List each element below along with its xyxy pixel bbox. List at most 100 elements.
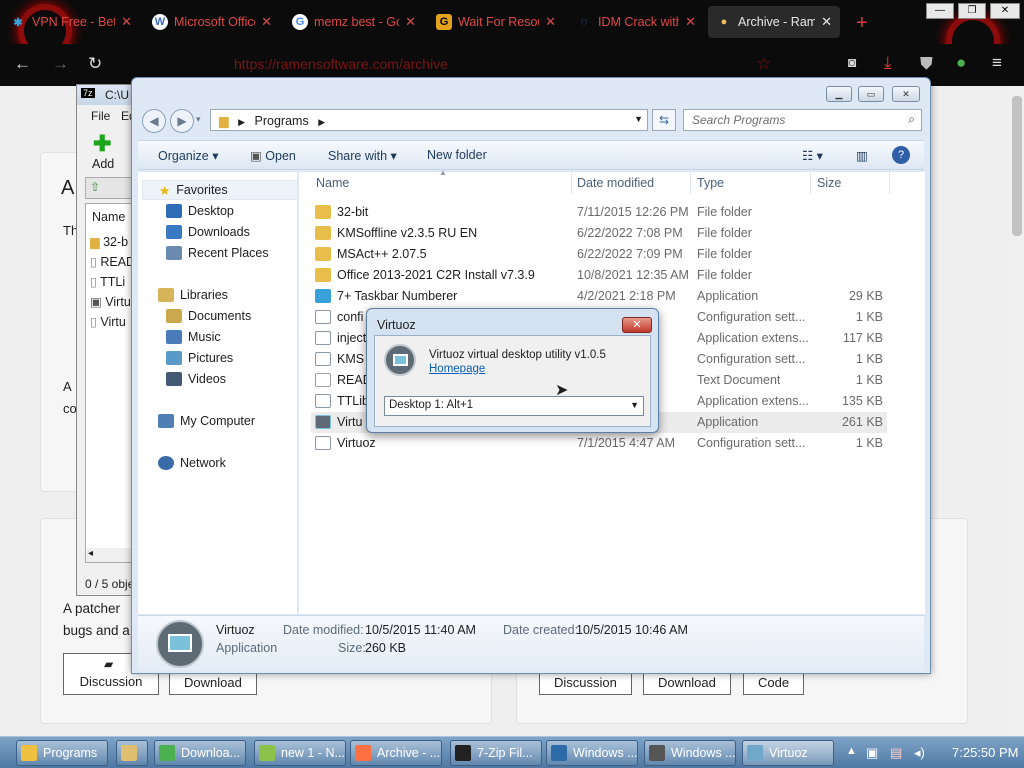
file-row[interactable]: KMSoffline v2.3.5 RU EN 6/22/2022 7:08 PM… — [311, 223, 887, 244]
add-label[interactable]: Add — [92, 157, 114, 171]
dialog-close-button[interactable]: ✕ — [622, 317, 652, 333]
help-icon[interactable]: ? — [892, 146, 910, 164]
menu-file[interactable]: File — [91, 109, 110, 123]
close-tab-icon[interactable]: ✕ — [121, 14, 132, 30]
up-folder-icon[interactable]: ⇧ — [90, 180, 100, 194]
nav-recent-places[interactable]: Recent Places — [166, 246, 269, 260]
browser-tab[interactable]: G memz best - Google ✕ — [284, 6, 424, 38]
taskbar-button[interactable]: 7-Zip Fil... — [450, 740, 542, 766]
download-button[interactable]: Download — [643, 671, 731, 695]
explorer-minimize-button[interactable]: ▁ — [826, 86, 852, 102]
desktop-select[interactable]: Desktop 1: Alt+1 ▼ — [384, 396, 644, 416]
taskbar-button[interactable]: Virtuoz — [742, 740, 834, 766]
page-scrollbar[interactable] — [1010, 86, 1024, 736]
file-name: 32-bit — [337, 205, 369, 219]
download-button[interactable]: Download — [169, 671, 257, 695]
nav-my-computer[interactable]: My Computer — [158, 414, 255, 428]
network-status-icon[interactable]: ▤ — [890, 745, 902, 761]
forward-arrow-icon[interactable]: → — [52, 54, 69, 74]
homepage-link[interactable]: Homepage — [429, 363, 485, 375]
address-dropdown-icon[interactable]: ▼ — [634, 114, 643, 124]
column-date-modified[interactable]: Date modified — [577, 176, 654, 190]
browser-close-button[interactable]: ✕ — [990, 3, 1020, 19]
reload-icon[interactable]: ↻ — [88, 54, 102, 74]
explorer-maximize-button[interactable]: ▭ — [858, 86, 884, 102]
file-row[interactable]: 7+ Taskbar Numberer 4/2/2021 2:18 PM Appli… — [311, 286, 887, 307]
close-tab-icon[interactable]: ✕ — [545, 14, 556, 30]
add-plus-icon[interactable]: ✚ — [93, 131, 111, 157]
column-type[interactable]: Type — [697, 176, 724, 190]
file-row[interactable]: MSAct++ 2.07.5 6/22/2022 7:09 PM File fold… — [311, 244, 887, 265]
code-button[interactable]: Code — [743, 671, 805, 695]
taskbar-button[interactable] — [116, 740, 148, 766]
scroll-left-icon[interactable]: ◂ — [88, 548, 93, 559]
scrollbar-thumb[interactable] — [1012, 96, 1022, 236]
back-arrow-icon[interactable]: ← — [14, 54, 31, 74]
taskbar-button[interactable]: new 1 - N... — [254, 740, 346, 766]
taskbar-button[interactable]: Downloa... — [154, 740, 246, 766]
history-dropdown-icon[interactable]: ▾ — [196, 114, 201, 125]
clock[interactable]: 7:25:50 PM — [952, 745, 1019, 760]
download-icon[interactable]: ⤓ — [884, 53, 892, 73]
nav-documents[interactable]: Documents — [166, 309, 251, 323]
file-row[interactable]: Virtuoz 7/1/2015 4:47 AM Configuration set… — [311, 433, 887, 454]
preview-pane-icon[interactable]: ▥ — [856, 148, 868, 163]
nav-libraries[interactable]: Libraries — [158, 288, 228, 302]
shield-icon[interactable]: ⛊ — [920, 54, 933, 74]
file-row[interactable]: 32-bit 7/11/2015 12:26 PM File folder — [311, 202, 887, 223]
tray-expand-icon[interactable]: ▲ — [846, 745, 857, 757]
nav-favorites[interactable]: ★ Favorites — [142, 180, 298, 200]
nav-music[interactable]: Music — [166, 330, 221, 344]
browser-tab[interactable]: G Wait For Resource ✕ — [428, 6, 564, 38]
tray-app-icon[interactable]: ▣ — [866, 745, 878, 761]
open-button[interactable]: ▣ Open — [250, 148, 296, 163]
breadcrumb-programs[interactable]: Programs — [255, 114, 309, 128]
close-tab-icon[interactable]: ✕ — [405, 14, 416, 30]
browser-minimize-button[interactable]: — — [926, 3, 954, 19]
browser-tab[interactable]: W Microsoft Office ✕ — [144, 6, 280, 38]
close-tab-icon[interactable]: ✕ — [261, 14, 272, 30]
explorer-close-button[interactable]: ✕ — [892, 86, 920, 102]
browser-tab[interactable]: ✱ VPN Free - Betternet ✕ — [2, 6, 140, 38]
nav-network[interactable]: Network — [158, 456, 226, 470]
volume-icon[interactable]: ◂) — [914, 745, 925, 761]
view-options-icon[interactable]: ☷ ▾ — [802, 148, 823, 163]
taskbar-button[interactable]: Windows ... — [546, 740, 638, 766]
breadcrumb-arrow-icon[interactable]: ▶ — [238, 117, 245, 127]
nav-videos[interactable]: Videos — [166, 372, 226, 386]
search-input[interactable]: Search Programs ⌕ — [683, 109, 922, 131]
back-button[interactable]: ◀ — [142, 109, 166, 133]
refresh-icon[interactable]: ⇆ — [652, 109, 676, 131]
virtuoz-icon — [384, 344, 416, 376]
share-with-menu[interactable]: Share with ▾ — [328, 148, 397, 163]
forward-button[interactable]: ▶ — [170, 109, 194, 133]
column-name[interactable]: Name — [316, 176, 349, 190]
column-name[interactable]: Name — [92, 210, 125, 224]
close-tab-icon[interactable]: ✕ — [821, 14, 832, 30]
bookmark-star-icon[interactable]: ☆ — [756, 54, 771, 74]
menu-icon[interactable]: ≡ — [992, 53, 1002, 73]
address-bar[interactable]: ▆ ▶ Programs ▶ ▼ — [210, 109, 648, 131]
chevron-down-icon[interactable]: ▼ — [630, 400, 639, 410]
column-size[interactable]: Size — [817, 176, 841, 190]
breadcrumb-arrow-icon[interactable]: ▶ — [318, 117, 325, 127]
new-folder-button[interactable]: New folder — [427, 148, 487, 162]
organize-menu[interactable]: Organize ▾ — [158, 148, 218, 163]
url-bar[interactable]: https://ramensoftware.com/archive — [170, 52, 790, 78]
search-icon[interactable]: ⌕ — [908, 112, 915, 127]
taskbar-button[interactable]: Windows ... — [644, 740, 736, 766]
nav-downloads[interactable]: Downloads — [166, 225, 250, 239]
taskbar-button[interactable]: Archive - ... — [350, 740, 442, 766]
browser-maximize-button[interactable]: ❐ — [958, 3, 986, 19]
pocket-icon[interactable]: ◙ — [848, 54, 856, 70]
nav-desktop[interactable]: Desktop — [166, 204, 234, 218]
browser-tab[interactable]: ◌ IDM Crack with ✕ — [568, 6, 704, 38]
extension-icon[interactable]: ● — [956, 53, 966, 73]
discussion-button[interactable]: Discussion — [539, 671, 632, 695]
nav-pictures[interactable]: Pictures — [166, 351, 233, 365]
new-tab-button[interactable]: + — [856, 12, 868, 35]
close-tab-icon[interactable]: ✕ — [685, 14, 696, 30]
browser-tab-active[interactable]: ● Archive - Ramen Software ✕ — [708, 6, 840, 38]
file-row[interactable]: Office 2013-2021 C2R Install v7.3.9 10/8/… — [311, 265, 887, 286]
taskbar-button[interactable]: Programs — [16, 740, 108, 766]
